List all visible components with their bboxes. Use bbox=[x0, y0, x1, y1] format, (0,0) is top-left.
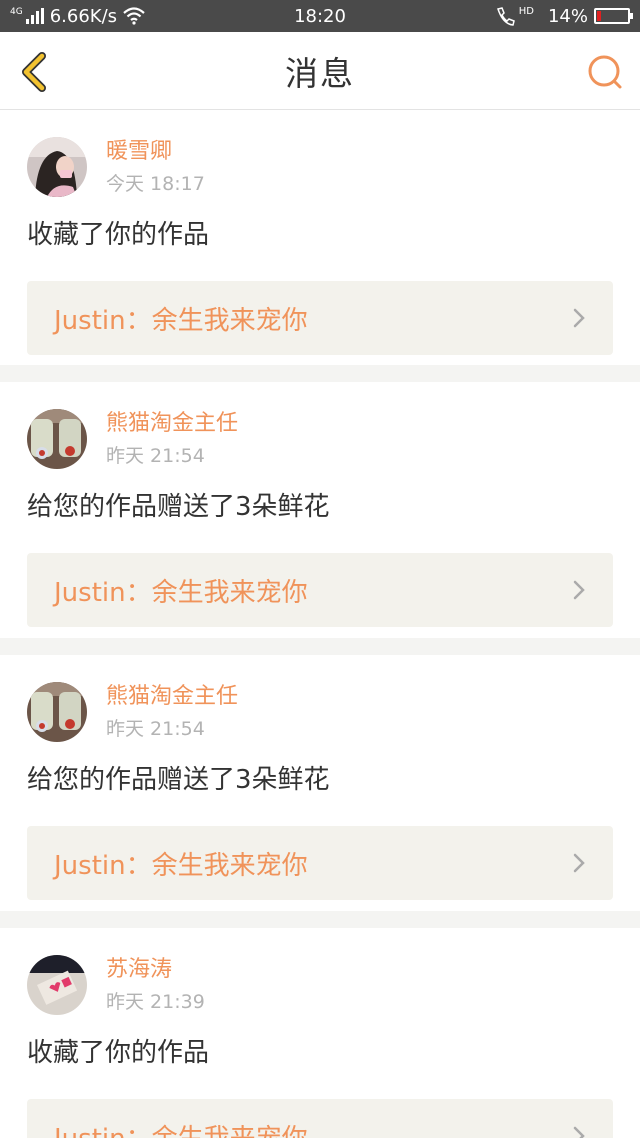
action-text: 收藏了你的作品 bbox=[27, 1038, 210, 1068]
girl-avatar[interactable] bbox=[27, 137, 87, 197]
username[interactable]: 熊猫淘金主任 bbox=[106, 682, 238, 712]
work-title: Justin：余生我来宠你 bbox=[54, 577, 308, 608]
nav-bar: 消息 bbox=[0, 32, 640, 110]
timestamp: 昨天 21:54 bbox=[106, 445, 205, 467]
username[interactable]: 暖雪卿 bbox=[106, 137, 205, 167]
battery-level bbox=[597, 11, 601, 21]
message-card: 熊猫淘金主任 昨天 21:54 给您的作品赠送了3朵鲜花 Justin：余生我来… bbox=[0, 655, 640, 911]
message-list: 暖雪卿 今天 18:17 收藏了你的作品 Justin：余生我来宠你 熊猫淘金主… bbox=[0, 110, 640, 1138]
timestamp: 昨天 21:39 bbox=[106, 991, 205, 1013]
username[interactable]: 苏海涛 bbox=[106, 955, 205, 985]
love-avatar[interactable] bbox=[27, 955, 87, 1015]
timestamp: 今天 18:17 bbox=[106, 173, 205, 195]
work-link[interactable]: Justin：余生我来宠你 bbox=[27, 826, 613, 900]
username[interactable]: 熊猫淘金主任 bbox=[106, 409, 238, 439]
network-type: 4G bbox=[10, 7, 23, 17]
back-icon[interactable] bbox=[16, 52, 52, 92]
message-card: 暖雪卿 今天 18:17 收藏了你的作品 Justin：余生我来宠你 bbox=[0, 110, 640, 365]
signal-icon bbox=[25, 8, 44, 24]
timestamp: 昨天 21:54 bbox=[106, 718, 205, 740]
message-card: 苏海涛 昨天 21:39 收藏了你的作品 Justin：余生我来宠你 bbox=[0, 928, 640, 1138]
action-text: 给您的作品赠送了3朵鲜花 bbox=[27, 492, 330, 522]
jars-avatar[interactable] bbox=[27, 682, 87, 742]
status-bar: 4G 6.66K/s 18:20 HD 14% bbox=[0, 0, 640, 32]
chevron-right-icon bbox=[573, 853, 585, 873]
work-title: Justin：余生我来宠你 bbox=[54, 850, 308, 881]
search-icon[interactable] bbox=[586, 52, 624, 92]
work-link[interactable]: Justin：余生我来宠你 bbox=[27, 281, 613, 355]
network-speed: 6.66K/s bbox=[49, 5, 118, 27]
action-text: 给您的作品赠送了3朵鲜花 bbox=[27, 765, 330, 795]
page-title: 消息 bbox=[285, 53, 355, 93]
work-link[interactable]: Justin：余生我来宠你 bbox=[27, 553, 613, 627]
chevron-right-icon bbox=[573, 1126, 585, 1138]
work-link[interactable]: Justin：余生我来宠你 bbox=[27, 1099, 613, 1138]
chevron-right-icon bbox=[573, 308, 585, 328]
work-title: Justin：余生我来宠你 bbox=[54, 1118, 308, 1138]
battery-icon bbox=[594, 8, 633, 24]
chevron-right-icon bbox=[573, 580, 585, 600]
action-text: 收藏了你的作品 bbox=[27, 220, 210, 250]
hd-label: HD bbox=[518, 5, 534, 17]
jars-avatar[interactable] bbox=[27, 409, 87, 469]
battery-percent: 14% bbox=[547, 5, 588, 27]
wifi-icon bbox=[123, 7, 145, 25]
message-card: 熊猫淘金主任 昨天 21:54 给您的作品赠送了3朵鲜花 Justin：余生我来… bbox=[0, 382, 640, 638]
work-title: Justin：余生我来宠你 bbox=[54, 305, 308, 336]
